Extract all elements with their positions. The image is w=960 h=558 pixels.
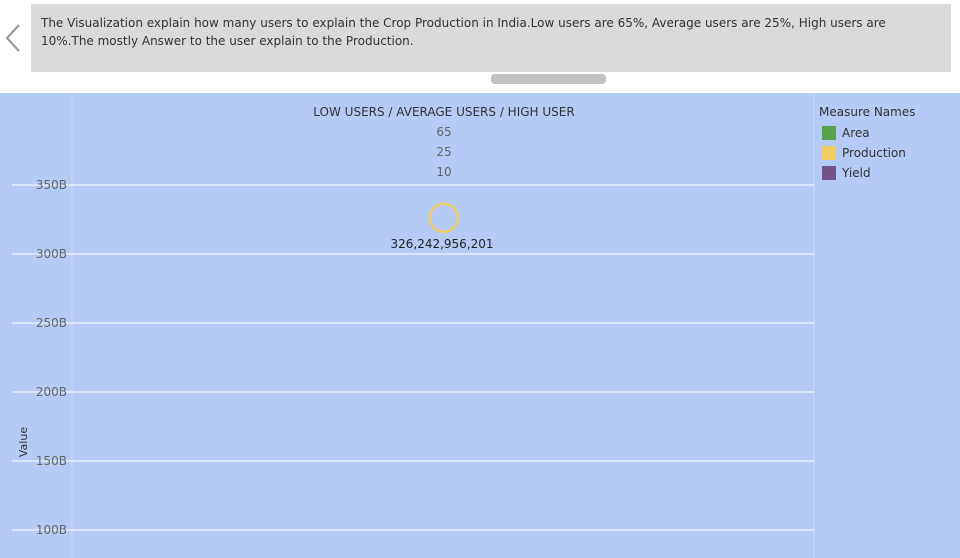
legend-item[interactable]: Production [819, 143, 915, 163]
legend-label: Yield [842, 166, 871, 180]
legend-item[interactable]: Yield [819, 163, 915, 183]
y-tick-label: 100B [36, 523, 67, 537]
horizontal-scrollbar-thumb[interactable] [491, 74, 606, 84]
description-text: The Visualization explain how many users… [41, 16, 886, 48]
y-axis-title: Value [17, 427, 30, 457]
chart-area: 100B 150B 200B 250B 300B 350B Value LOW USERS /… [0, 93, 960, 558]
legend: Measure Names Area Production Yield [819, 105, 915, 183]
back-button[interactable] [2, 20, 26, 56]
legend-label: Production [842, 146, 906, 160]
legend-title: Measure Names [819, 105, 916, 119]
header-value: 10 [436, 165, 451, 179]
y-tick-label: 200B [36, 385, 67, 399]
chevron-left-icon [5, 24, 20, 52]
legend-label: Area [842, 126, 870, 140]
y-tick-label: 350B [36, 178, 67, 192]
legend-swatch [822, 146, 836, 160]
legend-swatch [822, 166, 836, 180]
y-tick-label: 250B [36, 316, 67, 330]
y-tick-label: 150B [36, 454, 67, 468]
legend-swatch [822, 126, 836, 140]
legend-item[interactable]: Area [819, 123, 915, 143]
data-label: 326,242,956,201 [390, 237, 493, 251]
chart-title: LOW USERS / AVERAGE USERS / HIGH USER [313, 105, 574, 119]
header-value: 25 [436, 145, 451, 159]
data-point[interactable] [428, 202, 460, 234]
chart-canvas: 100B 150B 200B 250B 300B 350B Value LOW USERS /… [12, 93, 815, 558]
description-box: The Visualization explain how many users… [31, 4, 951, 72]
y-tick-label: 300B [36, 247, 67, 261]
header-value: 65 [436, 125, 451, 139]
